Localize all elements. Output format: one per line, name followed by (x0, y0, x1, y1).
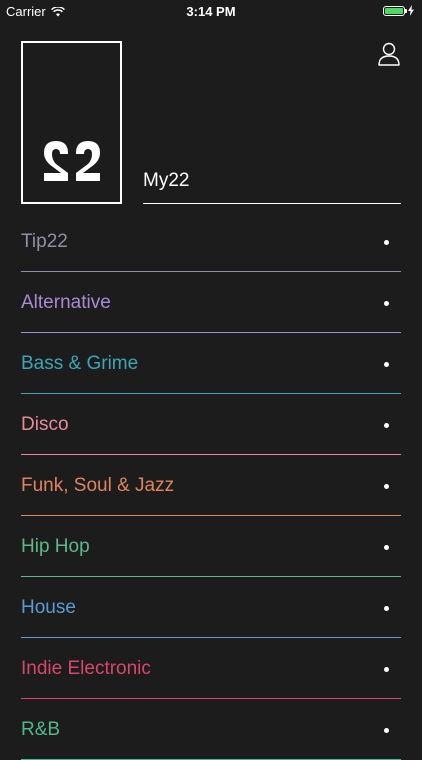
battery-fill (385, 7, 403, 14)
genre-item-rnb[interactable]: R&B (21, 699, 401, 760)
genre-label: Hip Hop (21, 536, 90, 557)
genre-item-bass-grime[interactable]: Bass & Grime (21, 333, 401, 394)
genre-label: Tip22 (21, 231, 68, 252)
app-logo (21, 41, 122, 204)
dot-icon (384, 728, 389, 733)
genre-label: House (21, 597, 76, 618)
genre-label: R&B (21, 719, 61, 740)
genre-item-alternative[interactable]: Alternative (21, 272, 401, 333)
dot-icon (384, 362, 389, 367)
genre-item-funk-soul-jazz[interactable]: Funk, Soul & Jazz (21, 455, 401, 516)
dot-icon (384, 301, 389, 306)
genre-item-disco[interactable]: Disco (21, 394, 401, 455)
genre-item-indie-electronic[interactable]: Indie Electronic (21, 638, 401, 699)
dot-icon (384, 667, 389, 672)
genre-label: Funk, Soul & Jazz (21, 475, 175, 496)
dot-icon (384, 240, 389, 245)
genre-label: Alternative (21, 292, 111, 313)
genre-item-hip-hop[interactable]: Hip Hop (21, 516, 401, 577)
status-bar: Carrier 3:14 PM (0, 0, 422, 22)
genre-list: Tip22 Alternative Bass & Grime Disco Fun… (21, 211, 401, 760)
dot-icon (384, 423, 389, 428)
battery-icon (383, 5, 407, 16)
dot-icon (384, 545, 389, 550)
dot-icon (384, 484, 389, 489)
genre-label: Disco (21, 414, 69, 435)
genre-item-tip22[interactable]: Tip22 (21, 211, 401, 272)
status-right (383, 5, 414, 16)
genre-label: Indie Electronic (21, 658, 151, 679)
genre-item-house[interactable]: House (21, 577, 401, 638)
my22-label: My22 (143, 170, 190, 191)
status-time: 3:14 PM (186, 4, 236, 19)
charging-bolt-icon (408, 5, 414, 16)
my22-item[interactable]: My22 (143, 170, 401, 204)
genre-label: Bass & Grime (21, 353, 139, 374)
22-logo-icon (44, 141, 100, 181)
dot-icon (384, 606, 389, 611)
user-icon[interactable] (378, 42, 400, 66)
